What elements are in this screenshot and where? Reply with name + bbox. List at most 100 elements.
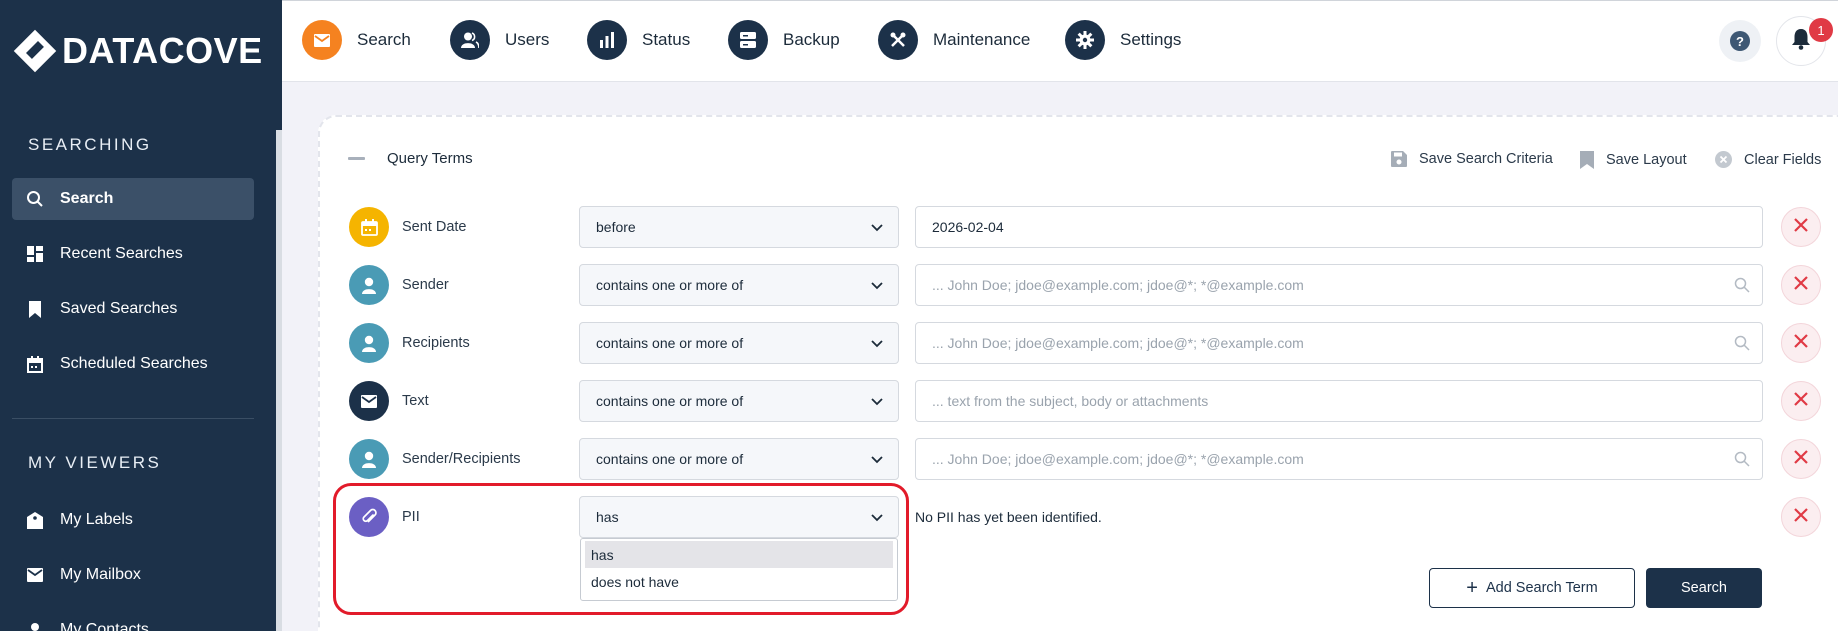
select-value: before: [596, 219, 636, 235]
chevron-down-icon: [870, 336, 884, 353]
section-title-my-viewers: MY VIEWERS: [28, 453, 162, 472]
notification-badge: 1: [1809, 18, 1833, 42]
select-value: contains one or more of: [596, 451, 744, 467]
gear-icon: [1065, 20, 1105, 60]
save-icon: [1391, 151, 1407, 167]
sidebar-item-saved-searches[interactable]: Saved Searches: [12, 288, 254, 330]
text-input[interactable]: ... text from the subject, body or attac…: [915, 380, 1763, 422]
pii-status-text: No PII has yet been identified.: [915, 509, 1102, 525]
clear-icon: [1715, 151, 1732, 168]
input-value: 2026-02-04: [932, 219, 1004, 235]
dashboard-icon: [26, 245, 44, 263]
nav-label: Search: [357, 30, 411, 49]
mail-icon: [302, 20, 342, 60]
calendar-icon: [26, 355, 44, 373]
sender-recipients-input[interactable]: ... John Doe; jdoe@example.com; jdoe@*; …: [915, 438, 1763, 480]
sidebar-item-label: Scheduled Searches: [60, 355, 208, 372]
sender-recipients-operator-select[interactable]: contains one or more of: [579, 438, 899, 480]
remove-term-button[interactable]: [1781, 497, 1821, 537]
sidebar-item-label: Saved Searches: [60, 300, 178, 317]
sidebar-item-my-contacts[interactable]: My Contacts: [12, 609, 254, 631]
recipients-input[interactable]: ... John Doe; jdoe@example.com; jdoe@*; …: [915, 322, 1763, 364]
close-icon: [1794, 217, 1808, 237]
mail-icon: [26, 566, 44, 584]
sent-date-operator-select[interactable]: before: [579, 206, 899, 248]
sidebar-item-label: My Contacts: [60, 621, 149, 631]
mail-icon: [349, 381, 389, 421]
label-icon: [26, 511, 44, 529]
remove-term-button[interactable]: [1781, 381, 1821, 421]
search-icon[interactable]: [1734, 335, 1750, 354]
highlight-outline: [333, 483, 909, 615]
remove-term-button[interactable]: [1781, 439, 1821, 479]
save-layout-label: Save Layout: [1606, 152, 1687, 168]
nav-status[interactable]: Status: [587, 20, 690, 60]
logo-icon: [12, 28, 58, 74]
row-label-text: Text: [402, 393, 429, 409]
row-label-sender-recipients: Sender/Recipients: [402, 451, 521, 467]
save-search-criteria-button[interactable]: Save Search Criteria: [1391, 151, 1553, 167]
chevron-down-icon: [870, 278, 884, 295]
save-layout-button[interactable]: Save Layout: [1580, 151, 1687, 169]
sender-operator-select[interactable]: contains one or more of: [579, 264, 899, 306]
bar-chart-icon: [587, 20, 627, 60]
users-icon: [450, 20, 490, 60]
remove-term-button[interactable]: [1781, 265, 1821, 305]
search-icon[interactable]: [1734, 451, 1750, 470]
save-search-criteria-label: Save Search Criteria: [1419, 151, 1553, 167]
row-label-sender: Sender: [402, 277, 449, 293]
nav-settings[interactable]: Settings: [1065, 20, 1181, 60]
clear-fields-button[interactable]: Clear Fields: [1715, 151, 1821, 168]
search-icon[interactable]: [1734, 277, 1750, 296]
add-search-term-label: Add Search Term: [1485, 580, 1598, 596]
bookmark-icon: [26, 300, 44, 318]
search-button[interactable]: Search: [1646, 568, 1762, 608]
sidebar-item-my-labels[interactable]: My Labels: [12, 499, 254, 541]
bell-icon: [1791, 28, 1811, 55]
contacts-icon: [26, 621, 44, 631]
help-button[interactable]: ?: [1719, 20, 1761, 62]
tools-icon: [878, 20, 918, 60]
query-terms-header[interactable]: Query Terms: [348, 150, 473, 167]
remove-term-button[interactable]: [1781, 207, 1821, 247]
add-search-term-button[interactable]: + Add Search Term: [1429, 568, 1635, 608]
chevron-down-icon: [870, 452, 884, 469]
sidebar-item-recent-searches[interactable]: Recent Searches: [12, 233, 254, 275]
nav-maintenance[interactable]: Maintenance: [878, 20, 1030, 60]
close-icon: [1794, 275, 1808, 295]
server-icon: [728, 20, 768, 60]
select-value: contains one or more of: [596, 277, 744, 293]
logo[interactable]: DATACOVE: [12, 28, 263, 74]
sender-input[interactable]: ... John Doe; jdoe@example.com; jdoe@*; …: [915, 264, 1763, 306]
sent-date-input[interactable]: 2026-02-04: [915, 206, 1763, 248]
close-icon: [1794, 333, 1808, 353]
text-operator-select[interactable]: contains one or more of: [579, 380, 899, 422]
sidebar-item-label: Search: [60, 190, 114, 207]
person-icon: [349, 439, 389, 479]
person-icon: [349, 265, 389, 305]
close-icon: [1794, 449, 1808, 469]
section-title-searching: SEARCHING: [28, 135, 152, 154]
bookmark-icon: [1580, 151, 1594, 169]
nav-users[interactable]: Users: [450, 20, 549, 60]
top-nav-bar: Search Users Status Backup Maintenance S…: [282, 0, 1838, 82]
sidebar-item-label: Recent Searches: [60, 245, 183, 262]
row-label-recipients: Recipients: [402, 335, 470, 351]
remove-term-button[interactable]: [1781, 323, 1821, 363]
nav-search[interactable]: Search: [302, 20, 411, 60]
sidebar-item-my-mailbox[interactable]: My Mailbox: [12, 554, 254, 596]
recipients-operator-select[interactable]: contains one or more of: [579, 322, 899, 364]
nav-label: Settings: [1120, 30, 1182, 49]
sidebar-item-search[interactable]: Search: [12, 178, 254, 220]
sidebar-item-scheduled-searches[interactable]: Scheduled Searches: [12, 343, 254, 385]
select-value: contains one or more of: [596, 393, 744, 409]
nav-label: Backup: [783, 30, 840, 49]
close-icon: [1794, 391, 1808, 411]
help-icon: ?: [1730, 31, 1750, 51]
nav-label: Status: [642, 30, 691, 49]
sidebar-scrollbar[interactable]: [276, 130, 282, 631]
nav-label: Maintenance: [933, 30, 1031, 49]
input-placeholder: ... text from the subject, body or attac…: [932, 393, 1209, 409]
row-label-sent-date: Sent Date: [402, 219, 467, 235]
nav-backup[interactable]: Backup: [728, 20, 840, 60]
